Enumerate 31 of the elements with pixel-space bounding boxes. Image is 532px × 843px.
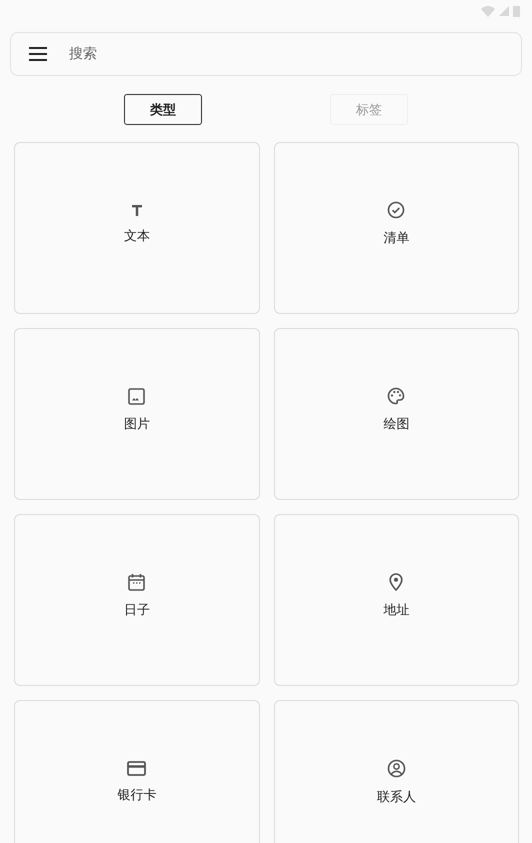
palette-icon [387, 387, 406, 405]
card-label: 银行卡 [117, 786, 156, 804]
menu-icon[interactable] [29, 47, 47, 61]
type-card[interactable]: 日子 [14, 514, 260, 686]
type-card[interactable]: 银行卡 [14, 700, 260, 843]
card-label: 清单 [383, 230, 410, 247]
card-label: 联系人 [376, 788, 416, 806]
person-circle-icon [386, 758, 406, 778]
search-bar[interactable]: 搜索 [10, 32, 522, 76]
card-label: 日子 [124, 602, 150, 619]
signal-icon [499, 6, 509, 16]
card-label: 文本 [124, 228, 150, 245]
calendar-icon [128, 573, 146, 591]
text-icon [130, 203, 144, 217]
type-card[interactable]: 清单 [274, 142, 519, 314]
type-card[interactable]: 地址 [274, 514, 519, 686]
tab[interactable]: 类型 [124, 94, 202, 125]
location-pin-icon [389, 573, 404, 591]
check-circle-icon [387, 201, 406, 219]
credit-card-icon [127, 760, 146, 776]
card-label: 绘图 [383, 416, 410, 433]
search-field[interactable]: 搜索 [67, 45, 503, 63]
wifi-icon [481, 6, 495, 16]
type-card[interactable]: 联系人 [274, 700, 519, 843]
card-label: 地址 [383, 602, 410, 619]
battery-icon [513, 5, 520, 17]
type-card[interactable]: 图片 [14, 328, 260, 500]
card-label: 图片 [124, 416, 150, 432]
type-card[interactable]: 文本 [14, 142, 260, 314]
type-card[interactable]: 绘图 [274, 328, 519, 500]
image-icon [128, 388, 146, 404]
